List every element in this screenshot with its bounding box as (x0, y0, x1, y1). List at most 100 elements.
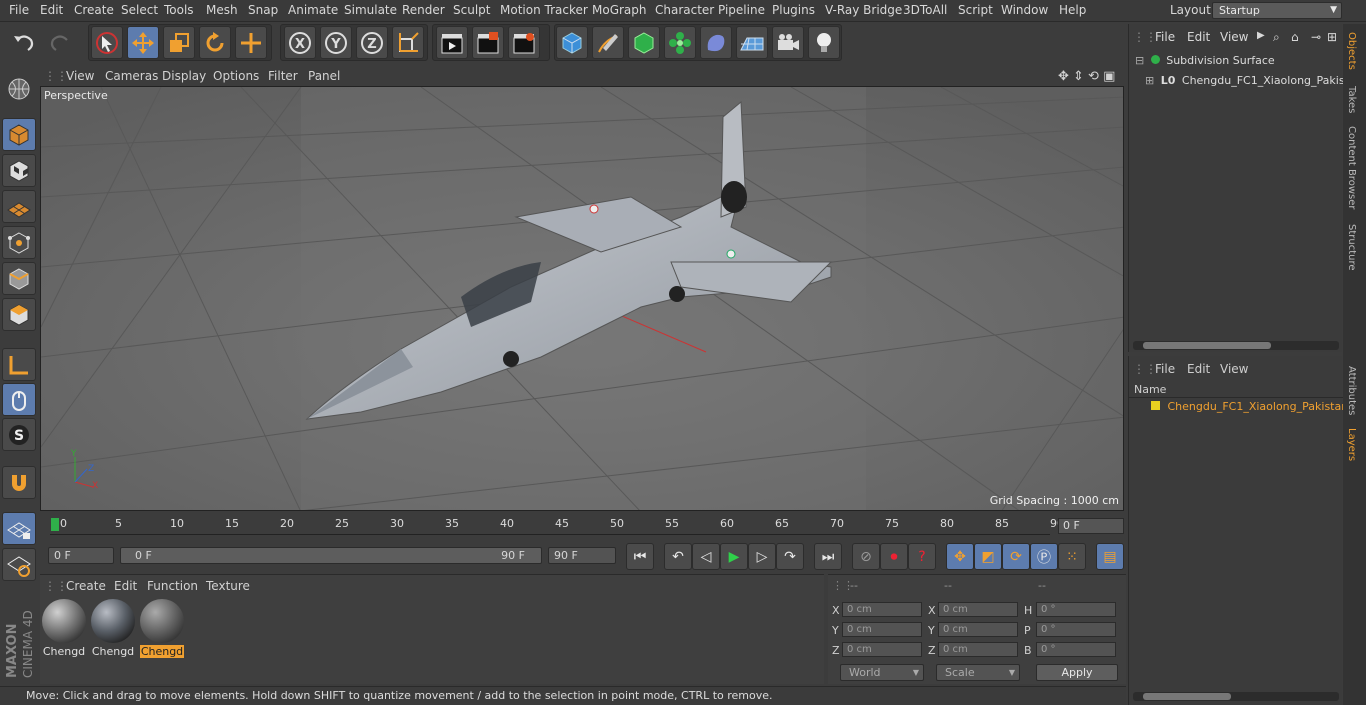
layer-menu-edit[interactable]: Edit (1187, 362, 1210, 376)
size-z-field[interactable]: 0 cm (938, 642, 1018, 657)
layer-menu-file[interactable]: File (1155, 362, 1175, 376)
y-axis-button[interactable]: Y (320, 26, 352, 59)
tab-attributes[interactable]: Attributes (1346, 366, 1357, 415)
tab-layers[interactable]: Layers (1346, 428, 1357, 461)
menu-motion-tracker[interactable]: Motion Tracker (500, 3, 588, 17)
frame-ruler[interactable]: 0 5 10 15 20 25 30 35 40 45 50 55 60 65 70 75 80 85 90 (50, 515, 1064, 535)
menu-help[interactable]: Help (1059, 3, 1086, 17)
timeline-ruler[interactable]: 0 5 10 15 20 25 30 35 40 45 50 55 60 65 70 75 80 85 90 0 F (40, 513, 1126, 539)
material-menu-function[interactable]: Function (147, 579, 198, 593)
key-parameter-button[interactable]: Ⓟ (1030, 543, 1058, 570)
key-position-button[interactable]: ✥ (946, 543, 974, 570)
model-mode-button[interactable] (2, 118, 36, 151)
render-settings-button[interactable] (508, 26, 540, 59)
solo-button[interactable]: S (2, 418, 36, 451)
viewport-perspective[interactable]: Y Z X Perspective Grid Spacing : 1000 cm (40, 86, 1124, 511)
menu-render[interactable]: Render (402, 3, 445, 17)
camera-button[interactable] (772, 26, 804, 59)
home-icon[interactable]: ⌂ (1291, 30, 1299, 44)
rot-p-field[interactable]: 0 ° (1036, 622, 1116, 637)
menu-plugins[interactable]: Plugins (772, 3, 815, 17)
cloner-button[interactable] (664, 26, 696, 59)
drag-handle[interactable]: ⋮⋮ (1133, 362, 1157, 376)
light-button[interactable] (808, 26, 840, 59)
expand-toggle-icon[interactable]: ⊞ (1145, 74, 1154, 87)
material-swatch[interactable]: Chengd (91, 599, 135, 659)
tab-structure[interactable]: Structure (1346, 224, 1357, 271)
size-mode-dropdown[interactable]: Scale ▼ (936, 664, 1020, 681)
viewport-menu-view[interactable]: View (66, 69, 94, 83)
previous-frame-button[interactable]: ◁ (692, 543, 720, 570)
live-selection-button[interactable] (91, 26, 123, 59)
object-hscrollbar[interactable] (1133, 341, 1339, 350)
viewport-nav-icons[interactable]: ✥ ⇕ ⟲ ▣ (1058, 69, 1115, 84)
search-icon[interactable]: ⌕ (1273, 30, 1280, 45)
tab-content-browser[interactable]: Content Browser (1346, 126, 1357, 209)
coordinate-system-dropdown[interactable]: World ▼ (840, 664, 924, 681)
autokey-button[interactable]: ⏺ (880, 543, 908, 570)
collapse-toggle-icon[interactable]: ⊟ (1135, 54, 1144, 67)
menu-script[interactable]: Script (958, 3, 993, 17)
menu-sculpt[interactable]: Sculpt (453, 3, 490, 17)
material-menu-edit[interactable]: Edit (114, 579, 137, 593)
coordinate-system-button[interactable] (392, 26, 424, 59)
drag-handle[interactable]: ⋮⋮ (44, 69, 68, 83)
deformer-button[interactable] (700, 26, 732, 59)
z-axis-button[interactable]: Z (356, 26, 388, 59)
current-frame-field[interactable]: 0 F (1058, 518, 1124, 534)
end-frame-field[interactable]: 90 F (548, 547, 616, 564)
start-frame-field[interactable]: 0 F (48, 547, 114, 564)
object-menu-edit[interactable]: Edit (1187, 30, 1210, 44)
workplane-mode-button[interactable] (2, 190, 36, 223)
layer-color-swatch[interactable] (1151, 401, 1160, 410)
axis-mode-button[interactable] (2, 348, 36, 381)
tab-objects[interactable]: Objects (1346, 32, 1357, 70)
next-frame-button[interactable]: ▷ (748, 543, 776, 570)
pos-x-field[interactable]: 0 cm (842, 602, 922, 617)
menu-edit[interactable]: Edit (40, 3, 63, 17)
menu-animate[interactable]: Animate (288, 3, 338, 17)
menu-tools[interactable]: Tools (164, 3, 194, 17)
menu-snap[interactable]: Snap (248, 3, 278, 17)
apply-button[interactable]: Apply (1036, 664, 1118, 681)
key-scale-button[interactable]: ◩ (974, 543, 1002, 570)
record-keys-button[interactable]: ⊘ (852, 543, 880, 570)
go-to-end-button[interactable]: ⏭ (814, 543, 842, 570)
key-pla-button[interactable]: ⁙ (1058, 543, 1086, 570)
menu-select[interactable]: Select (121, 3, 158, 17)
menu-character[interactable]: Character (655, 3, 714, 17)
tweak-mode-button[interactable] (2, 383, 36, 416)
layout-dropdown[interactable]: Startup ▼ (1212, 2, 1342, 19)
expand-icon[interactable]: ⊞ (1327, 30, 1337, 44)
drag-handle[interactable]: ⋮⋮ (44, 579, 68, 593)
workplane-lock-button[interactable] (2, 512, 36, 545)
viewport-menu-options[interactable]: Options (213, 69, 259, 83)
pos-y-field[interactable]: 0 cm (842, 622, 922, 637)
layer-row[interactable]: Chengdu_FC1_Xiaolong_Pakistan_ (1137, 400, 1354, 413)
redo-button[interactable] (44, 26, 76, 59)
scale-tool-button[interactable] (163, 26, 195, 59)
render-picture-viewer-button[interactable] (472, 26, 504, 59)
menu-vray-bridge[interactable]: V-Ray Bridge (825, 3, 902, 17)
scroll-thumb[interactable] (1143, 342, 1271, 349)
go-to-start-button[interactable]: ⏮ (626, 543, 654, 570)
previous-key-button[interactable]: ↶ (664, 543, 692, 570)
play-button[interactable]: ▶ (720, 543, 748, 570)
chevron-right-icon[interactable]: ▶ (1257, 30, 1265, 41)
undo-button[interactable] (8, 26, 40, 59)
menu-3dtoall[interactable]: 3DToAll (903, 3, 947, 17)
viewport-menu-filter[interactable]: Filter (268, 69, 298, 83)
rotate-tool-button[interactable] (199, 26, 231, 59)
link-icon[interactable]: ⊸ (1311, 30, 1321, 44)
menu-window[interactable]: Window (1001, 3, 1048, 17)
material-swatch[interactable]: Chengd (42, 599, 86, 659)
locked-workplane-button[interactable] (2, 548, 36, 581)
size-x-field[interactable]: 0 cm (938, 602, 1018, 617)
menu-file[interactable]: File (9, 3, 29, 17)
viewport-menu-display[interactable]: Display (162, 69, 206, 83)
rot-b-field[interactable]: 0 ° (1036, 642, 1116, 657)
pen-button[interactable] (592, 26, 624, 59)
object-row-chengdu[interactable]: ⊞ L0 Chengdu_FC1_Xiaolong_Pakistan (1145, 74, 1363, 87)
polygons-mode-button[interactable] (2, 298, 36, 331)
key-rotation-button[interactable]: ⟳ (1002, 543, 1030, 570)
